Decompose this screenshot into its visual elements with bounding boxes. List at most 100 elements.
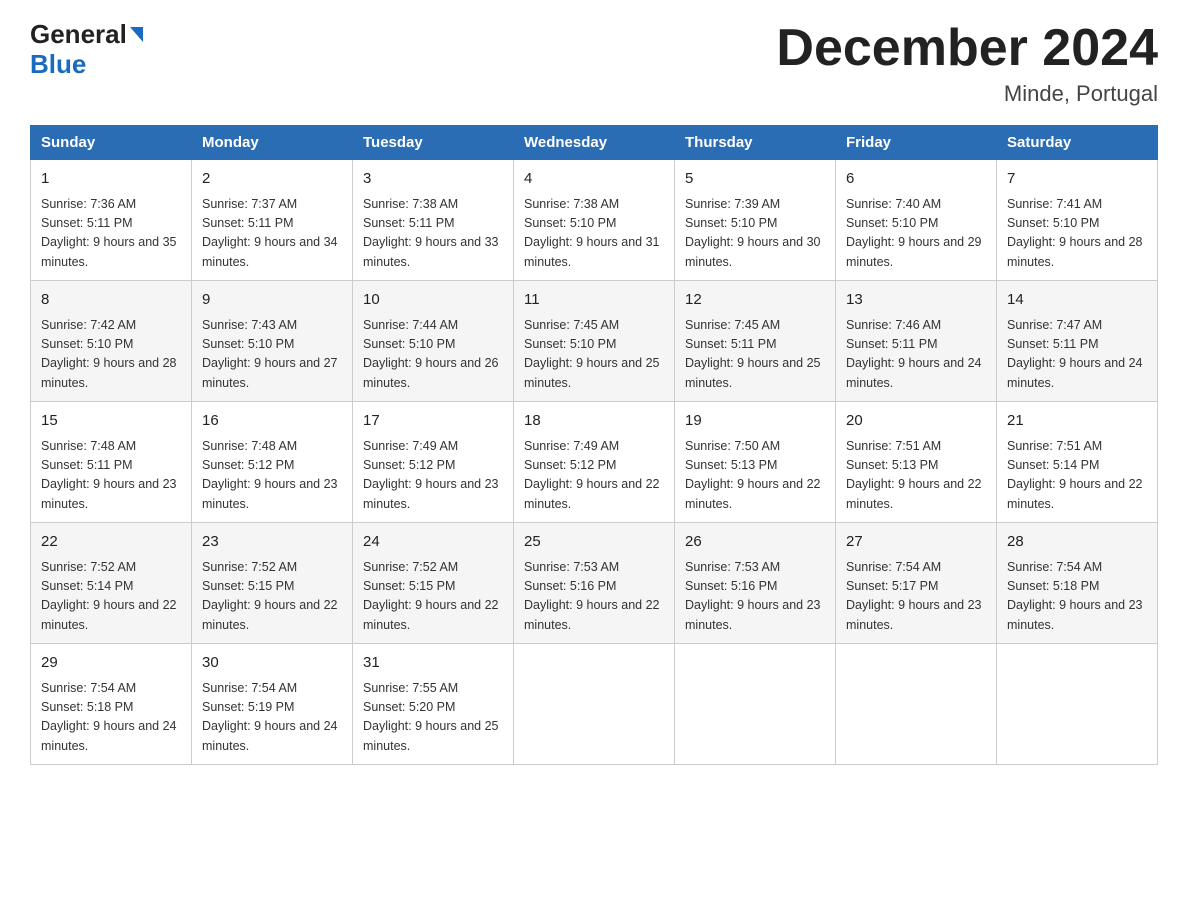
day-info: Sunrise: 7:55 AMSunset: 5:20 PMDaylight:… xyxy=(363,679,503,757)
day-info: Sunrise: 7:39 AMSunset: 5:10 PMDaylight:… xyxy=(685,195,825,273)
day-info: Sunrise: 7:53 AMSunset: 5:16 PMDaylight:… xyxy=(685,558,825,636)
calendar-cell: 24Sunrise: 7:52 AMSunset: 5:15 PMDayligh… xyxy=(353,523,514,644)
day-number: 17 xyxy=(363,410,503,433)
day-info: Sunrise: 7:51 AMSunset: 5:14 PMDaylight:… xyxy=(1007,437,1147,515)
day-info: Sunrise: 7:37 AMSunset: 5:11 PMDaylight:… xyxy=(202,195,342,273)
col-header-sunday: Sunday xyxy=(31,126,192,160)
day-number: 22 xyxy=(41,531,181,554)
day-number: 26 xyxy=(685,531,825,554)
calendar-cell xyxy=(514,644,675,765)
calendar-cell: 20 Sunrise: 7:51 AMSunset: 5:13 PMDayligh… xyxy=(836,402,997,523)
calendar-cell: 26 Sunrise: 7:53 AMSunset: 5:16 PMDayligh… xyxy=(675,523,836,644)
day-info: Sunrise: 7:51 AMSunset: 5:13 PMDaylight:… xyxy=(846,437,986,515)
day-number: 2 xyxy=(202,168,342,191)
col-header-wednesday: Wednesday xyxy=(514,126,675,160)
calendar-cell: 5 Sunrise: 7:39 AMSunset: 5:10 PMDaylight… xyxy=(675,160,836,281)
calendar-cell: 4Sunrise: 7:38 AMSunset: 5:10 PMDaylight… xyxy=(514,160,675,281)
day-info: Sunrise: 7:45 AMSunset: 5:11 PMDaylight:… xyxy=(685,316,825,394)
day-info: Sunrise: 7:43 AMSunset: 5:10 PMDaylight:… xyxy=(202,316,342,394)
col-header-thursday: Thursday xyxy=(675,126,836,160)
calendar-cell: 3 Sunrise: 7:38 AMSunset: 5:11 PMDaylight… xyxy=(353,160,514,281)
day-info: Sunrise: 7:42 AMSunset: 5:10 PMDaylight:… xyxy=(41,316,181,394)
day-number: 5 xyxy=(685,168,825,191)
day-info: Sunrise: 7:48 AMSunset: 5:11 PMDaylight:… xyxy=(41,437,181,515)
day-info: Sunrise: 7:50 AMSunset: 5:13 PMDaylight:… xyxy=(685,437,825,515)
day-info: Sunrise: 7:36 AMSunset: 5:11 PMDaylight:… xyxy=(41,195,181,273)
month-title: December 2024 xyxy=(776,20,1158,77)
day-number: 11 xyxy=(524,289,664,312)
logo-line1: General xyxy=(30,20,143,49)
day-info: Sunrise: 7:54 AMSunset: 5:18 PMDaylight:… xyxy=(41,679,181,757)
day-info: Sunrise: 7:54 AMSunset: 5:17 PMDaylight:… xyxy=(846,558,986,636)
day-info: Sunrise: 7:49 AMSunset: 5:12 PMDaylight:… xyxy=(524,437,664,515)
calendar-cell: 28 Sunrise: 7:54 AMSunset: 5:18 PMDayligh… xyxy=(997,523,1158,644)
day-info: Sunrise: 7:41 AMSunset: 5:10 PMDaylight:… xyxy=(1007,195,1147,273)
calendar-cell: 10 Sunrise: 7:44 AMSunset: 5:10 PMDayligh… xyxy=(353,281,514,402)
logo-line2: Blue xyxy=(30,49,86,80)
day-number: 21 xyxy=(1007,410,1147,433)
day-number: 1 xyxy=(41,168,181,191)
calendar-cell: 31 Sunrise: 7:55 AMSunset: 5:20 PMDayligh… xyxy=(353,644,514,765)
calendar-cell: 6 Sunrise: 7:40 AMSunset: 5:10 PMDaylight… xyxy=(836,160,997,281)
calendar-cell: 22 Sunrise: 7:52 AMSunset: 5:14 PMDayligh… xyxy=(31,523,192,644)
day-info: Sunrise: 7:38 AMSunset: 5:10 PMDaylight:… xyxy=(524,195,664,273)
calendar-cell: 23Sunrise: 7:52 AMSunset: 5:15 PMDayligh… xyxy=(192,523,353,644)
day-number: 13 xyxy=(846,289,986,312)
day-number: 14 xyxy=(1007,289,1147,312)
day-info: Sunrise: 7:46 AMSunset: 5:11 PMDaylight:… xyxy=(846,316,986,394)
calendar-cell: 18 Sunrise: 7:49 AMSunset: 5:12 PMDayligh… xyxy=(514,402,675,523)
location-title: Minde, Portugal xyxy=(776,81,1158,107)
logo: General Blue xyxy=(30,20,143,80)
day-number: 12 xyxy=(685,289,825,312)
calendar-cell xyxy=(997,644,1158,765)
day-info: Sunrise: 7:53 AMSunset: 5:16 PMDaylight:… xyxy=(524,558,664,636)
day-number: 9 xyxy=(202,289,342,312)
calendar-cell: 27 Sunrise: 7:54 AMSunset: 5:17 PMDayligh… xyxy=(836,523,997,644)
day-info: Sunrise: 7:54 AMSunset: 5:19 PMDaylight:… xyxy=(202,679,342,757)
page-header: General Blue December 2024 Minde, Portug… xyxy=(30,20,1158,107)
day-number: 7 xyxy=(1007,168,1147,191)
day-info: Sunrise: 7:49 AMSunset: 5:12 PMDaylight:… xyxy=(363,437,503,515)
day-number: 28 xyxy=(1007,531,1147,554)
day-info: Sunrise: 7:44 AMSunset: 5:10 PMDaylight:… xyxy=(363,316,503,394)
calendar-cell: 17 Sunrise: 7:49 AMSunset: 5:12 PMDayligh… xyxy=(353,402,514,523)
calendar-cell xyxy=(675,644,836,765)
day-number: 16 xyxy=(202,410,342,433)
day-number: 19 xyxy=(685,410,825,433)
day-info: Sunrise: 7:52 AMSunset: 5:14 PMDaylight:… xyxy=(41,558,181,636)
day-number: 20 xyxy=(846,410,986,433)
calendar-cell: 8 Sunrise: 7:42 AMSunset: 5:10 PMDaylight… xyxy=(31,281,192,402)
day-info: Sunrise: 7:45 AMSunset: 5:10 PMDaylight:… xyxy=(524,316,664,394)
day-info: Sunrise: 7:48 AMSunset: 5:12 PMDaylight:… xyxy=(202,437,342,515)
day-info: Sunrise: 7:38 AMSunset: 5:11 PMDaylight:… xyxy=(363,195,503,273)
title-block: December 2024 Minde, Portugal xyxy=(776,20,1158,107)
calendar-cell: 29 Sunrise: 7:54 AMSunset: 5:18 PMDayligh… xyxy=(31,644,192,765)
day-number: 8 xyxy=(41,289,181,312)
calendar-cell xyxy=(836,644,997,765)
calendar-cell: 13 Sunrise: 7:46 AMSunset: 5:11 PMDayligh… xyxy=(836,281,997,402)
day-number: 10 xyxy=(363,289,503,312)
day-number: 31 xyxy=(363,652,503,675)
calendar-cell: 19 Sunrise: 7:50 AMSunset: 5:13 PMDayligh… xyxy=(675,402,836,523)
calendar-cell: 2 Sunrise: 7:37 AMSunset: 5:11 PMDaylight… xyxy=(192,160,353,281)
day-number: 3 xyxy=(363,168,503,191)
day-number: 30 xyxy=(202,652,342,675)
calendar-cell: 30 Sunrise: 7:54 AMSunset: 5:19 PMDayligh… xyxy=(192,644,353,765)
col-header-saturday: Saturday xyxy=(997,126,1158,160)
day-number: 27 xyxy=(846,531,986,554)
day-number: 15 xyxy=(41,410,181,433)
day-info: Sunrise: 7:54 AMSunset: 5:18 PMDaylight:… xyxy=(1007,558,1147,636)
day-number: 24 xyxy=(363,531,503,554)
calendar-cell: 25 Sunrise: 7:53 AMSunset: 5:16 PMDayligh… xyxy=(514,523,675,644)
day-number: 6 xyxy=(846,168,986,191)
day-info: Sunrise: 7:40 AMSunset: 5:10 PMDaylight:… xyxy=(846,195,986,273)
calendar-cell: 1 Sunrise: 7:36 AMSunset: 5:11 PMDaylight… xyxy=(31,160,192,281)
calendar-cell: 9 Sunrise: 7:43 AMSunset: 5:10 PMDaylight… xyxy=(192,281,353,402)
day-number: 18 xyxy=(524,410,664,433)
calendar-cell: 15 Sunrise: 7:48 AMSunset: 5:11 PMDayligh… xyxy=(31,402,192,523)
day-number: 29 xyxy=(41,652,181,675)
day-number: 25 xyxy=(524,531,664,554)
calendar-cell: 14Sunrise: 7:47 AMSunset: 5:11 PMDayligh… xyxy=(997,281,1158,402)
calendar-cell: 16 Sunrise: 7:48 AMSunset: 5:12 PMDayligh… xyxy=(192,402,353,523)
day-info: Sunrise: 7:52 AMSunset: 5:15 PMDaylight:… xyxy=(202,558,342,636)
